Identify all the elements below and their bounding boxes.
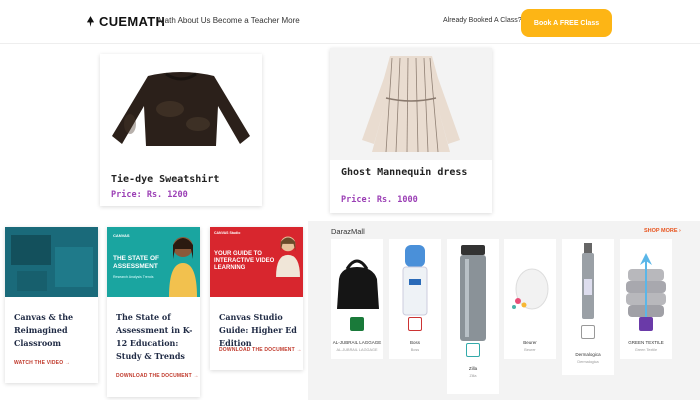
top-navigation-bar: CUEMATH Math About Us Become a Teacher M…	[0, 0, 700, 44]
shop-more-link[interactable]: SHOP MORE ›	[644, 228, 681, 234]
assessment-thumbnail: CANVAS THE STATE OF ASSESSMENT Research …	[107, 227, 200, 297]
download-document-link[interactable]: DOWNLOAD THE DOCUMENT →	[116, 373, 199, 379]
item-name: AL-JUBRAIL LAGGAGE	[332, 340, 382, 345]
watch-video-link[interactable]: WATCH THE VIDEO →	[14, 360, 70, 366]
product-card[interactable]: Tie-dye Sweatshirt Price: Rs. 1200	[100, 54, 262, 206]
serum-bottle-image	[562, 239, 614, 329]
brand-badge	[639, 317, 653, 331]
arrow-right-icon: →	[296, 347, 302, 353]
thumbnail-heading: YOUR GUIDE TO INTERACTIVE VIDEO LEARNING	[214, 251, 275, 271]
brand-badge	[350, 317, 364, 331]
item-subtitle: Dermalogica	[577, 360, 599, 364]
thumbnail-subtext: Research Analysis Trends	[113, 275, 154, 279]
classroom-thumbnail	[5, 227, 98, 297]
card-title: The State of Assessment in K-12 Educatio…	[116, 312, 193, 361]
product-title: Ghost Mannequin dress	[341, 167, 468, 178]
arrow-right-icon: →	[64, 360, 71, 366]
product-card[interactable]: Ghost Mannequin dress Price: Rs. 1000	[330, 48, 492, 213]
item-subtitle: Beurer	[524, 348, 536, 352]
item-name: Beurer	[523, 340, 537, 345]
studio-guide-thumbnail: CANVAS Studio YOUR GUIDE TO INTERACTIVE …	[210, 227, 303, 297]
canvas-resource-card[interactable]: Canvas & the Reimagined Classroom WATCH …	[5, 227, 98, 383]
already-booked-link[interactable]: Already Booked A Class?	[443, 17, 522, 24]
luggage-bag-image	[331, 239, 383, 329]
person-illustration	[169, 237, 197, 297]
item-name: Boss	[409, 340, 420, 345]
thumbnail-brand: CANVAS Studio	[214, 231, 241, 235]
towel-stack-image	[620, 239, 672, 329]
arrow-right-icon: →	[193, 373, 199, 379]
cuemath-logo[interactable]: CUEMATH	[86, 14, 165, 29]
mall-item[interactable]: GREEN TEXTILE Green Textile	[620, 239, 672, 359]
product-title: Tie-dye Sweatshirt	[111, 174, 220, 185]
brand-badge	[466, 343, 480, 357]
mall-item[interactable]: AL-JUBRAIL LAGGAGE AL-JUBRAIL LAGGAGE	[331, 239, 383, 359]
water-dispenser-image	[389, 239, 441, 329]
item-subtitle: Zilla	[469, 374, 477, 378]
mall-item[interactable]: Zilla Zilla	[447, 239, 499, 394]
book-free-class-button[interactable]: Book A FREE Class	[521, 9, 612, 37]
mall-item[interactable]: Beurer Beurer	[504, 239, 556, 359]
thumbnail-heading: THE STATE OF ASSESSMENT	[113, 255, 159, 270]
card-title: Canvas Studio Guide: Higher Ed Edition	[219, 312, 297, 348]
item-name: GREEN TEXTILE	[628, 340, 664, 345]
item-subtitle: AL-JUBRAIL LAGGAGE	[336, 348, 378, 352]
logo-text: CUEMATH	[99, 14, 166, 29]
product-price: Price: Rs. 1200	[111, 190, 188, 200]
thermos-flask-image	[447, 239, 499, 359]
card-title: Canvas & the Reimagined Classroom	[14, 312, 74, 348]
sweatshirt-image	[100, 54, 262, 154]
darazmall-section: DarazMall SHOP MORE › AL-JUBRAIL LAGGAGE…	[308, 221, 700, 400]
item-subtitle: Boss	[410, 348, 420, 352]
person-illustration	[276, 236, 300, 277]
item-subtitle: Green Textile	[634, 348, 658, 352]
canvas-resource-card[interactable]: CANVAS Studio YOUR GUIDE TO INTERACTIVE …	[210, 227, 303, 370]
canvas-resource-card[interactable]: CANVAS THE STATE OF ASSESSMENT Research …	[107, 227, 200, 397]
item-name: Zilla	[468, 366, 478, 371]
darazmall-heading: DarazMall	[331, 227, 365, 236]
mall-item[interactable]: Boss Boss	[389, 239, 441, 359]
chevron-right-icon: ›	[679, 228, 681, 234]
brand-badge	[408, 317, 422, 331]
diffuser-image	[504, 239, 556, 329]
dress-image	[330, 48, 492, 160]
rocket-icon	[86, 16, 95, 27]
product-price: Price: Rs. 1000	[341, 195, 418, 205]
download-document-link[interactable]: DOWNLOAD THE DOCUMENT →	[219, 347, 302, 353]
item-name: Dermalogica	[575, 352, 601, 357]
brand-badge	[581, 325, 595, 339]
thumbnail-brand: CANVAS	[113, 233, 130, 238]
nav-links[interactable]: Math About Us Become a Teacher More	[158, 16, 300, 25]
mall-item[interactable]: Dermalogica Dermalogica	[562, 239, 614, 375]
